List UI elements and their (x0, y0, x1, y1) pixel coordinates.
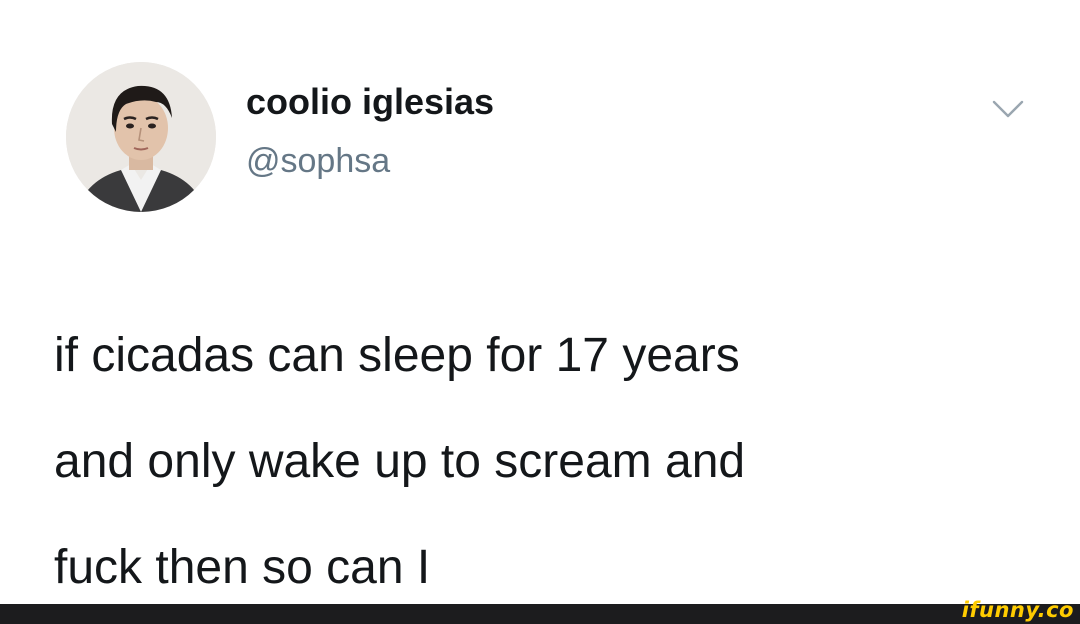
tweet-text-line: if cicadas can sleep for 17 years (54, 329, 740, 382)
tweet-card: coolio iglesias @sophsa if cicadas can s… (0, 0, 1080, 604)
tweet-text: if cicadas can sleep for 17 years and on… (54, 303, 1054, 621)
watermark-bar (0, 604, 1080, 624)
tweet-text-line: and only wake up to scream and (54, 435, 746, 488)
chevron-down-icon[interactable] (988, 94, 1028, 124)
avatar[interactable] (66, 62, 216, 212)
author-display-name[interactable]: coolio iglesias (246, 80, 494, 124)
avatar-image (66, 62, 216, 212)
watermark-logo: ifunny.co (961, 598, 1074, 622)
chevron-down-icon-shape (992, 100, 1024, 118)
author-handle[interactable]: @sophsa (246, 140, 390, 182)
